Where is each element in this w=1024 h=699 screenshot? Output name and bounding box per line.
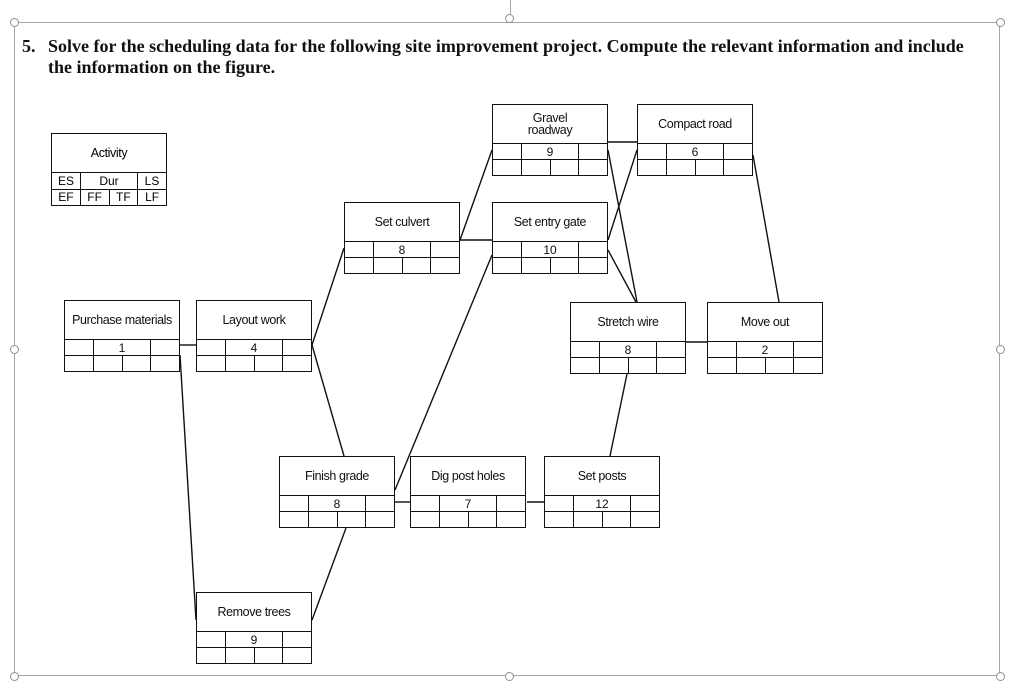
activity-duration: 9 — [226, 632, 283, 647]
activity-duration: 8 — [309, 496, 366, 511]
activity-name: Dig post holes — [411, 457, 525, 496]
activity-node-stretch-wire[interactable]: Stretch wire 8 — [570, 302, 686, 374]
activity-duration: 2 — [737, 342, 794, 357]
activity-name: Remove trees — [197, 593, 311, 632]
activity-duration: 6 — [667, 144, 724, 159]
link-set-posts-stretch-wire — [609, 373, 628, 457]
link-compact-move-out — [752, 154, 780, 303]
activity-node-gravel-roadway[interactable]: Gravel roadway 9 — [492, 104, 608, 176]
activity-name: Gravel roadway — [493, 105, 607, 144]
activity-node-set-entry-gate[interactable]: Set entry gate 10 — [492, 202, 608, 274]
activity-node-set-posts[interactable]: Set posts 12 — [544, 456, 660, 528]
activity-duration: 8 — [374, 242, 431, 257]
activity-node-move-out[interactable]: Move out 2 — [707, 302, 823, 374]
link-finish-grade-set-entry-gate — [394, 254, 493, 491]
activity-name: Move out — [708, 303, 822, 342]
activity-duration: 10 — [522, 242, 579, 257]
activity-node-compact-road[interactable]: Compact road 6 — [637, 104, 753, 176]
activity-node-set-culvert[interactable]: Set culvert 8 — [344, 202, 460, 274]
activity-node-dig-post-holes[interactable]: Dig post holes 7 — [410, 456, 526, 528]
activity-name: Set culvert — [345, 203, 459, 242]
activity-name: Layout work — [197, 301, 311, 340]
activity-name: Set entry gate — [493, 203, 607, 242]
activity-name: Purchase materials — [65, 301, 179, 340]
activity-name: Finish grade — [280, 457, 394, 496]
activity-name: Stretch wire — [571, 303, 685, 342]
activity-name: Set posts — [545, 457, 659, 496]
activity-duration: 9 — [522, 144, 579, 159]
activity-duration: 7 — [440, 496, 497, 511]
activity-duration: 1 — [94, 340, 151, 355]
link-layout-finish-grade — [311, 344, 345, 457]
link-remove-trees-finish-grade — [311, 527, 347, 621]
link-purchase-remove-trees — [179, 354, 197, 621]
activity-node-remove-trees[interactable]: Remove trees 9 — [196, 592, 312, 664]
activity-node-finish-grade[interactable]: Finish grade 8 — [279, 456, 395, 528]
activity-node-layout-work[interactable]: Layout work 4 — [196, 300, 312, 372]
activity-node-purchase-materials[interactable]: Purchase materials 1 — [64, 300, 180, 372]
link-set-culvert-gravel-roadway — [459, 149, 493, 241]
activity-name: Compact road — [638, 105, 752, 144]
activity-duration: 12 — [574, 496, 631, 511]
activity-duration: 8 — [600, 342, 657, 357]
link-layout-set-culvert — [311, 247, 345, 346]
activity-duration: 4 — [226, 340, 283, 355]
